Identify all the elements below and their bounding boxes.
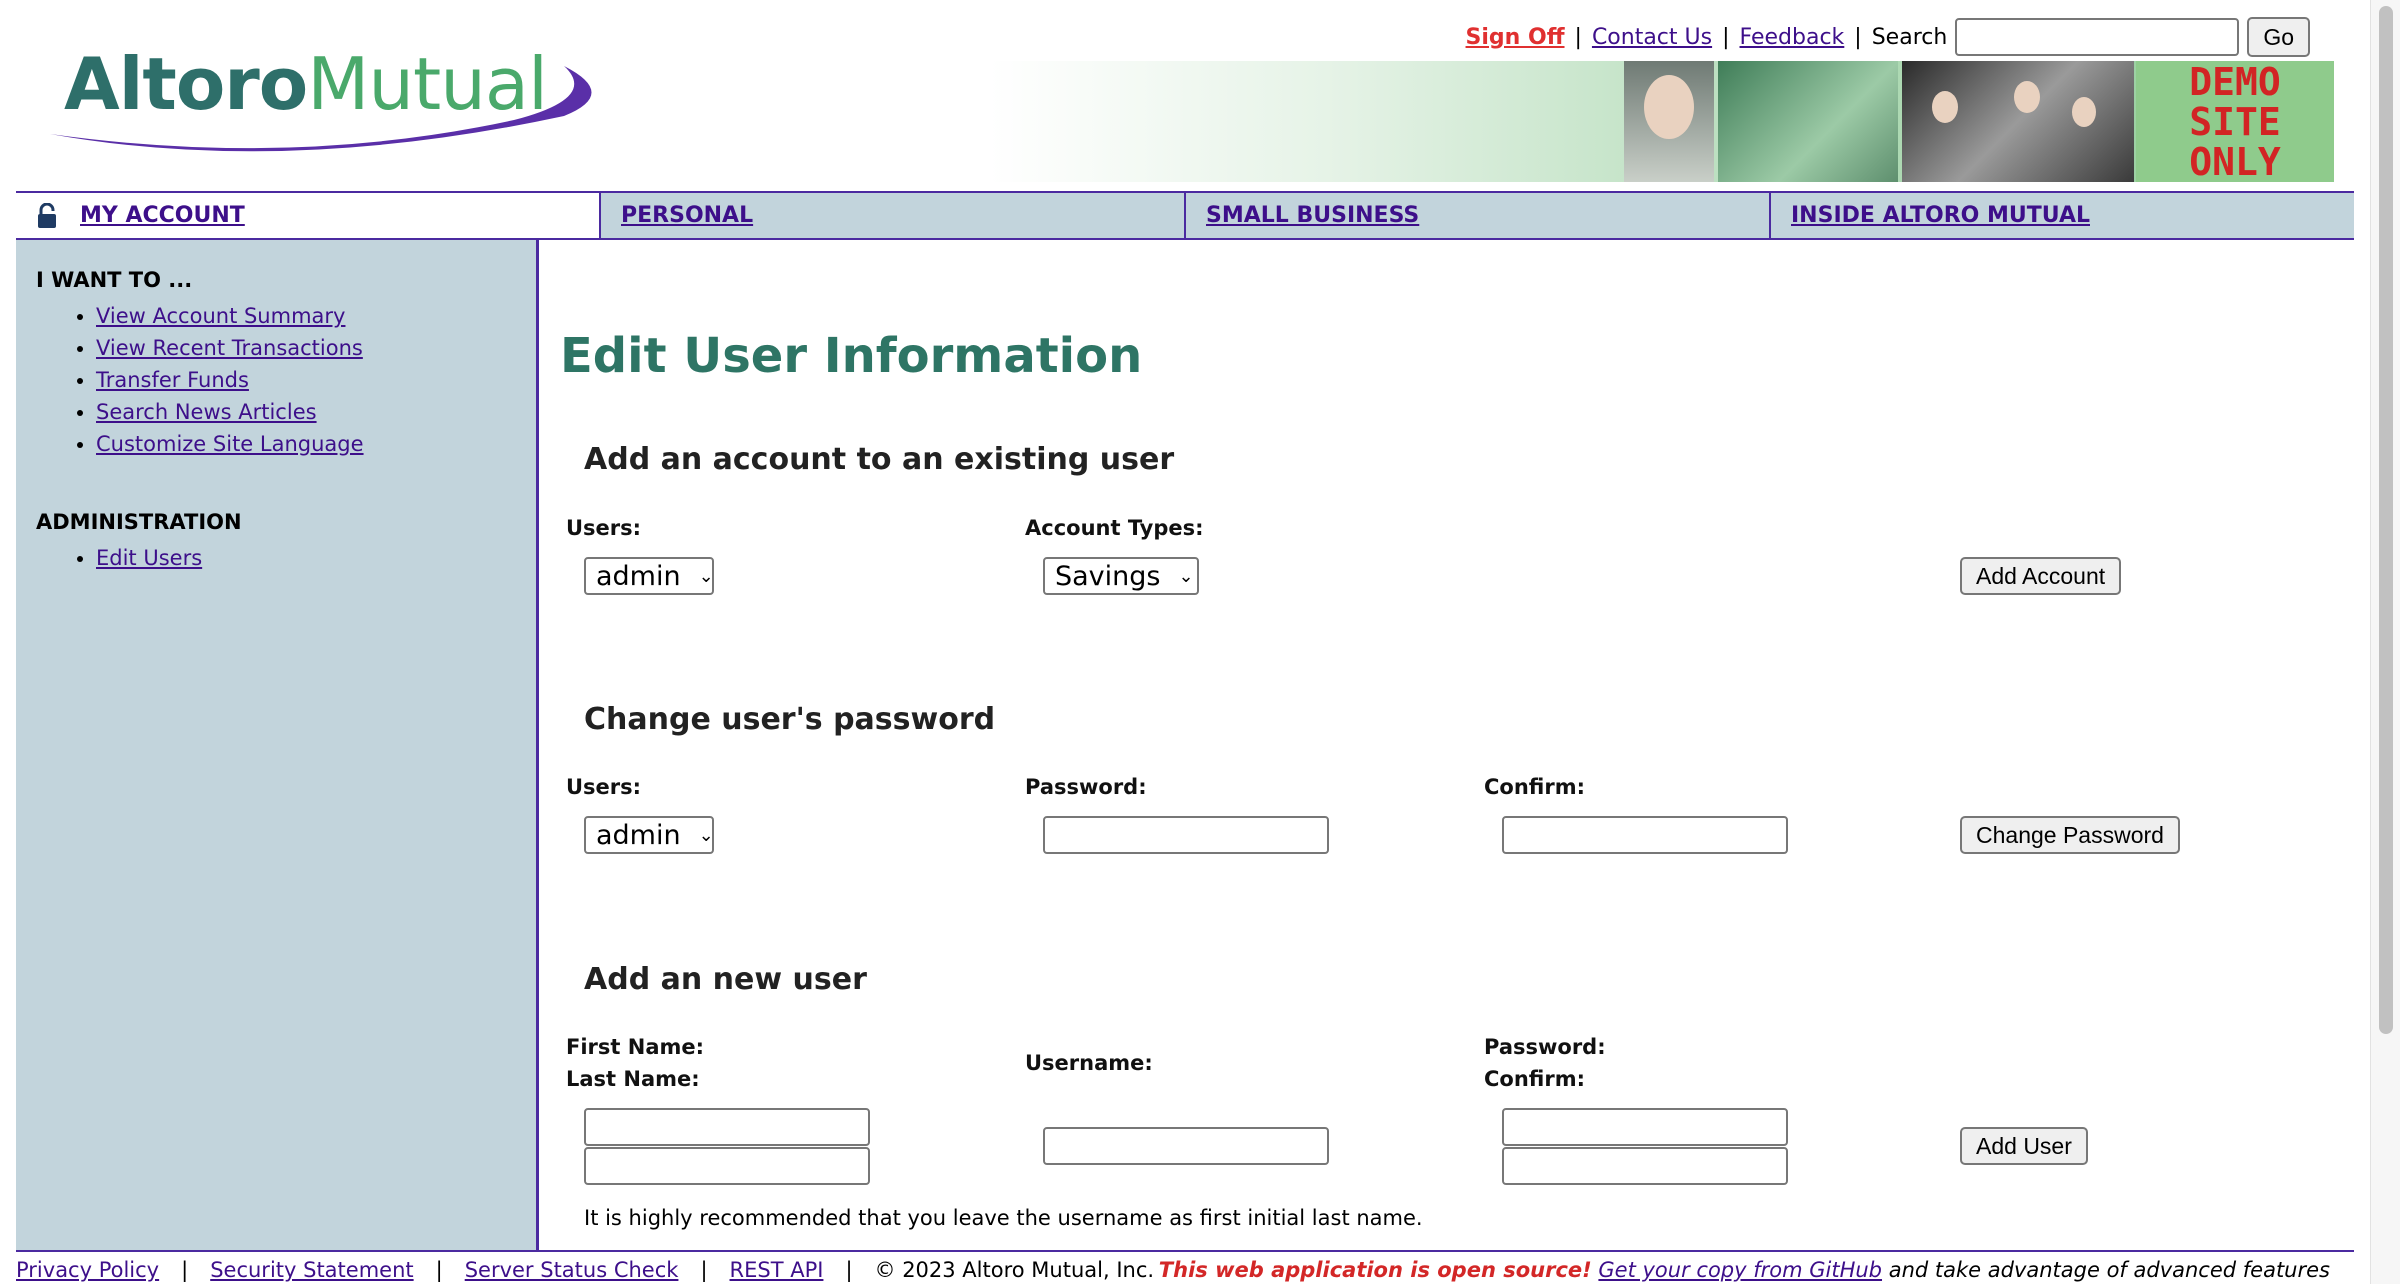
first-name-input[interactable] [584, 1108, 870, 1146]
vertical-scrollbar[interactable] [2370, 0, 2400, 1284]
account-types-label: Account Types: [1025, 516, 1204, 540]
sidebar-item: Edit Users [96, 542, 516, 574]
first-name-label: First Name: [566, 1035, 705, 1059]
scrollbar-thumb[interactable] [2379, 6, 2393, 1034]
nav-link-small-business[interactable]: SMALL BUSINESS [1206, 203, 1419, 228]
account-types-select[interactable]: Savings ⌄ [1043, 557, 1199, 595]
nav-link-inside-altoro-mutual[interactable]: INSIDE ALTORO MUTUAL [1791, 203, 2090, 228]
sidebar-item: Transfer Funds [96, 364, 516, 396]
go-button[interactable]: Go [2247, 17, 2310, 57]
page-title: Edit User Information [560, 328, 1143, 384]
banner-photo-hands [1718, 61, 1898, 182]
separator: | [1722, 24, 1730, 50]
change-password-input[interactable] [1043, 816, 1329, 854]
search-news-articles-link[interactable]: Search News Articles [96, 400, 317, 424]
edit-users-link[interactable]: Edit Users [96, 546, 202, 570]
nav-personal[interactable]: PERSONAL [601, 193, 1186, 238]
feedback-link[interactable]: Feedback [1740, 25, 1845, 50]
copyright-text: © 2023 Altoro Mutual, Inc. [874, 1258, 1155, 1282]
altoro-mutual-logo[interactable]: AltoroMutual [44, 36, 610, 166]
separator: | [700, 1258, 708, 1282]
contact-us-link[interactable]: Contact Us [1592, 25, 1712, 50]
change-password-confirm-input[interactable] [1502, 816, 1788, 854]
banner-photo-woman [1624, 61, 1714, 182]
sidebar-heading-administration: ADMINISTRATION [36, 510, 242, 534]
users-label: Users: [566, 516, 642, 540]
open-source-notice: This web application is open source! [1158, 1258, 1592, 1282]
section-title-add-new-user: Add an new user [584, 962, 867, 997]
header-banner: DEMO SITE ONLY [990, 61, 2334, 182]
separator: | [845, 1258, 853, 1282]
section-title-add-account: Add an account to an existing user [584, 442, 1175, 477]
main-content: Edit User Information Add an account to … [540, 240, 2354, 1250]
users-label: Users: [566, 775, 642, 799]
rest-api-link[interactable]: REST API [730, 1258, 824, 1282]
username-recommendation-note: It is highly recommended that you leave … [584, 1206, 1423, 1230]
github-link[interactable]: Get your copy from GitHub [1598, 1258, 1882, 1282]
sidebar-heading-i-want-to: I WANT TO ... [36, 268, 193, 292]
password-label: Password: [1025, 775, 1147, 799]
footer: Privacy Policy | Security Statement | Se… [16, 1250, 2354, 1284]
search-input[interactable] [1955, 18, 2240, 56]
nav-my-account[interactable]: MY ACCOUNT [16, 193, 601, 238]
sign-off-link[interactable]: Sign Off [1466, 25, 1565, 50]
top-links: Sign Off | Contact Us | Feedback | Searc… [1466, 14, 2310, 60]
server-status-check-link[interactable]: Server Status Check [465, 1258, 679, 1282]
chevron-down-icon: ⌄ [698, 824, 714, 846]
main-nav: MY ACCOUNT PERSONAL SMALL BUSINESS INSID… [16, 191, 2354, 240]
sidebar-item: Customize Site Language [96, 428, 516, 460]
view-account-summary-link[interactable]: View Account Summary [96, 304, 345, 328]
search-label: Search [1871, 24, 1948, 50]
separator: | [1574, 24, 1582, 50]
open-source-promo: This web application is open source! Get… [1159, 1258, 2330, 1282]
add-user-button[interactable]: Add User [1960, 1127, 2088, 1165]
separator: | [435, 1258, 443, 1282]
nav-small-business[interactable]: SMALL BUSINESS [1186, 193, 1771, 238]
selected-value: Savings [1055, 560, 1161, 592]
separator: | [181, 1258, 189, 1282]
customize-site-language-link[interactable]: Customize Site Language [96, 432, 364, 456]
new-confirm-label: Confirm: [1484, 1067, 1585, 1091]
add-account-button[interactable]: Add Account [1960, 557, 2122, 595]
sidebar-list-actions: View Account Summary View Recent Transac… [96, 300, 516, 460]
sidebar-item: View Recent Transactions [96, 332, 516, 364]
nav-inside-altoro-mutual[interactable]: INSIDE ALTORO MUTUAL [1771, 193, 2354, 238]
nav-link-personal[interactable]: PERSONAL [621, 203, 753, 228]
add-account-users-select[interactable]: admin ⌄ [584, 557, 714, 595]
promo-rest-text: and take advantage of advanced features [1888, 1258, 2330, 1282]
new-confirm-input[interactable] [1502, 1147, 1788, 1185]
transfer-funds-link[interactable]: Transfer Funds [96, 368, 249, 392]
last-name-label: Last Name: [566, 1067, 700, 1091]
separator: | [1854, 24, 1862, 50]
lock-icon [38, 202, 56, 228]
sidebar-list-admin: Edit Users [96, 542, 516, 574]
selected-value: admin [596, 819, 681, 851]
security-statement-link[interactable]: Security Statement [210, 1258, 413, 1282]
demo-site-only-badge: DEMO SITE ONLY [2136, 61, 2334, 182]
nav-link-my-account[interactable]: MY ACCOUNT [80, 203, 245, 228]
sidebar: I WANT TO ... View Account Summary View … [16, 240, 539, 1250]
confirm-label: Confirm: [1484, 775, 1585, 799]
view-recent-transactions-link[interactable]: View Recent Transactions [96, 336, 363, 360]
change-password-users-select[interactable]: admin ⌄ [584, 816, 714, 854]
sidebar-item: View Account Summary [96, 300, 516, 332]
username-label: Username: [1025, 1051, 1153, 1075]
privacy-policy-link[interactable]: Privacy Policy [16, 1258, 159, 1282]
new-password-input[interactable] [1502, 1108, 1788, 1146]
last-name-input[interactable] [584, 1147, 870, 1185]
banner-photo-meeting [1902, 61, 2134, 182]
username-input[interactable] [1043, 1127, 1329, 1165]
section-title-change-password: Change user's password [584, 702, 996, 737]
selected-value: admin [596, 560, 681, 592]
chevron-down-icon: ⌄ [698, 565, 714, 587]
chevron-down-icon: ⌄ [1178, 565, 1194, 587]
change-password-button[interactable]: Change Password [1960, 816, 2180, 854]
new-password-label: Password: [1484, 1035, 1606, 1059]
logo-text: AltoroMutual [64, 42, 548, 126]
sidebar-item: Search News Articles [96, 396, 516, 428]
